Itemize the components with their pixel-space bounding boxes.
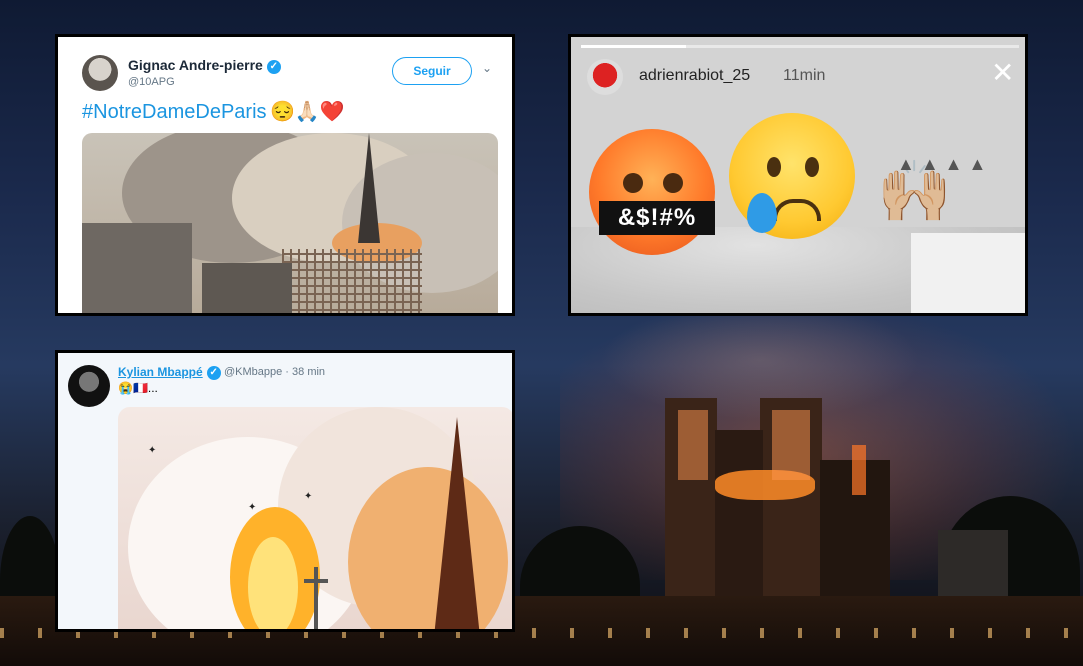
instagram-story: adrienrabiot_25 11min ✕ &$!#% ▲▲▲▲ 🙌🏼 (568, 34, 1028, 316)
verified-icon: ✓ (206, 366, 221, 380)
display-name-text: Gignac Andre-pierre (128, 57, 263, 73)
avatar[interactable] (82, 55, 118, 91)
story-white-area (911, 233, 1025, 313)
cross-spire (314, 567, 318, 629)
tweet-photo[interactable]: ✦ ✦ ✦ (118, 407, 512, 629)
follow-button[interactable]: Seguir (392, 57, 472, 85)
tweet-photo[interactable] (82, 133, 498, 313)
story-username[interactable]: adrienrabiot_25 (639, 67, 750, 85)
tweet-mbappe: Kylian Mbappé ✓ @KMbappe · 38 min 😭🇫🇷... … (55, 350, 515, 632)
sparkle-icon: ▲▲▲▲ (897, 154, 993, 174)
display-name[interactable]: Gignac Andre-pierre ✓ (128, 57, 281, 74)
emoji-eye (663, 173, 683, 193)
tweet-emojis: 😔🙏🏻❤️ (270, 101, 345, 123)
emoji-mouth (773, 199, 821, 221)
avatar[interactable] (68, 365, 110, 407)
angry-cursing-emoji: &$!#% (589, 129, 715, 255)
story-time: 11min (783, 67, 826, 84)
verified-icon: ✓ (266, 60, 281, 74)
crying-face-emoji (729, 113, 855, 239)
tear-icon (747, 193, 777, 233)
emoji-eye (805, 157, 819, 177)
emoji-eye (623, 173, 643, 193)
user-handle: @10APG (128, 76, 175, 88)
cross-arm (304, 579, 328, 583)
tweet-gignac: Gignac Andre-pierre ✓ @10APG Seguir ⌄ #No… (55, 34, 515, 316)
raised-hands-emoji: ▲▲▲▲ 🙌🏼 (877, 154, 986, 227)
cathedral-towers (82, 223, 192, 313)
avatar[interactable] (587, 59, 623, 95)
hashtag-link[interactable]: #NotreDameDeParis (82, 101, 267, 124)
tweet-emojis: 😭🇫🇷... (118, 381, 158, 395)
user-handle: @KMbappe · 38 min (224, 366, 326, 378)
display-name[interactable]: Kylian Mbappé ✓ (118, 365, 221, 380)
censor-text: &$!#% (599, 201, 715, 235)
chevron-down-icon[interactable]: ⌄ (482, 61, 492, 75)
story-progress-fill (581, 45, 687, 48)
close-icon[interactable]: ✕ (991, 59, 1014, 87)
bird-icon: ✦ (248, 502, 257, 513)
story-progress-bar (581, 45, 1019, 48)
cathedral-roof (202, 263, 292, 313)
fire-core (248, 537, 298, 629)
scaffolding (282, 249, 422, 313)
display-name-text: Kylian Mbappé (118, 365, 203, 379)
emoji-eye (767, 157, 781, 177)
bird-icon: ✦ (148, 445, 157, 456)
bird-icon: ✦ (304, 491, 313, 502)
tweet-header: Gignac Andre-pierre ✓ @10APG Seguir ⌄ (82, 55, 492, 95)
